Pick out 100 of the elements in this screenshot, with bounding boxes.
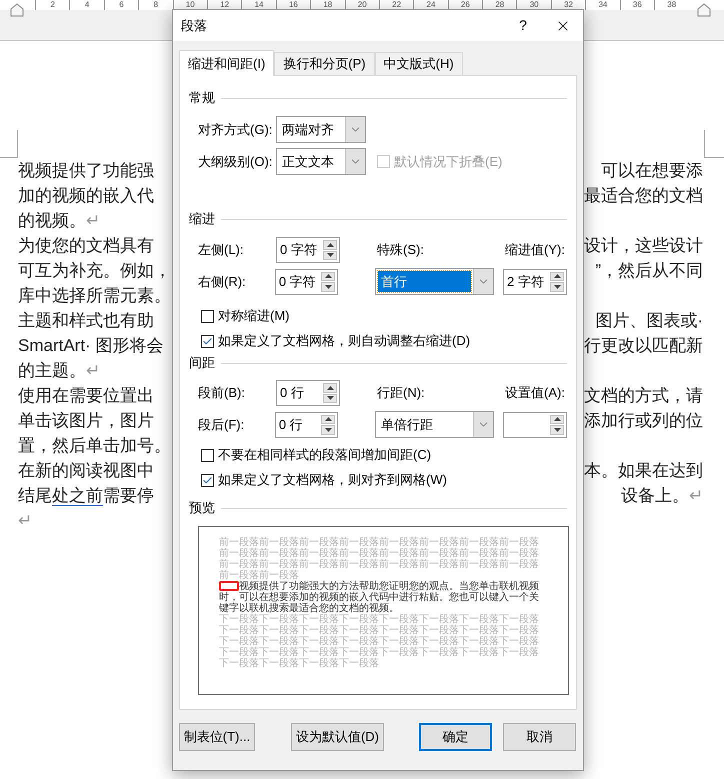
checkbox[interactable]: [201, 448, 214, 462]
dialog-button[interactable]: 设为默认值(D): [291, 723, 384, 751]
chevron-down-icon: [345, 117, 365, 142]
spin-down-button[interactable]: [323, 250, 337, 260]
document-text: 的主题。↵: [18, 360, 100, 382]
dialog-button[interactable]: 制表位(T)...: [179, 723, 255, 751]
section-title: 缩进: [189, 210, 215, 228]
section-title: 预览: [189, 499, 215, 518]
document-text: 的视频。↵: [18, 210, 100, 232]
spin-field[interactable]: 0 行: [276, 380, 340, 406]
document-text: 设计，这些设计: [584, 235, 703, 257]
field-label: 特殊(S):: [377, 241, 425, 260]
preview-text: 下一段落下一段落下一段落下一段落下一段落下一段落下一段落下一段落下一段落下一段落下一段落下一段落下一段落下一段落下一段落下一段落下一段落下一段落下一段落下一段落下一段落下一段落下一段落下一段落下一段落下一段落下一段落下一段落下一段落下一段落下一段落下一段落下一段落下一段落下一段落下一段落: [219, 614, 540, 669]
spin-down-button[interactable]: [323, 394, 337, 403]
spin-up-button[interactable]: [321, 272, 335, 281]
checkbox[interactable]: [201, 334, 214, 348]
checkbox-label: 对称缩进(M): [218, 307, 290, 326]
document-text: 库中选择所需元素。: [18, 285, 171, 307]
document-text: 置，然后单击加号。: [18, 435, 171, 457]
tab[interactable]: 换行和分页(P): [274, 52, 375, 75]
section-title: 常规: [189, 89, 215, 108]
document-text: 本。如果在达到: [584, 460, 703, 482]
margin-corner-mark: [704, 130, 724, 158]
help-button[interactable]: ?: [513, 15, 533, 36]
document-text: ↵: [18, 510, 32, 532]
field-label: 对齐方式(G):: [198, 120, 274, 139]
dropdown[interactable]: 单倍行距: [375, 411, 494, 438]
checkbox[interactable]: [201, 310, 214, 322]
down-arrow-icon: [324, 284, 332, 289]
field-label: 设置值(A):: [505, 384, 565, 402]
checkbox-label: 如果定义了文档网格，则对齐到网格(W): [218, 471, 447, 490]
spin-down-button[interactable]: [550, 282, 564, 292]
document-text: 添加行或列的位: [584, 410, 703, 432]
document-text: 可以在想要添: [601, 160, 703, 182]
document-text: 图片、图表或·: [595, 310, 703, 332]
spin-field[interactable]: 0 行: [274, 412, 338, 438]
margin-corner-mark: [0, 130, 18, 158]
document-text: SmartArt· 图形将会: [18, 335, 164, 357]
spin-field[interactable]: 0 字符: [276, 237, 340, 263]
chevron-down-icon: [473, 269, 493, 294]
up-arrow-icon: [554, 417, 560, 422]
spin-down-button[interactable]: [321, 282, 335, 292]
dialog-button[interactable]: 取消: [503, 723, 576, 751]
dropdown[interactable]: 首行: [375, 268, 494, 295]
dropdown[interactable]: 正文文本: [276, 148, 366, 175]
spin-up-button[interactable]: [321, 414, 335, 424]
up-arrow-icon: [324, 274, 332, 278]
down-arrow-icon: [554, 284, 560, 289]
checkbox-label: 如果定义了文档网格，则自动调整右缩进(D): [218, 332, 470, 350]
spin-down-button[interactable]: [550, 425, 564, 434]
spin-up-button[interactable]: [323, 240, 337, 250]
document-text: 为使您的文档具有: [18, 235, 154, 257]
document-text: 使用在需要位置出: [18, 385, 154, 407]
field-label: 段前(B):: [198, 384, 246, 402]
spin-up-button[interactable]: [323, 383, 337, 392]
checkbox-label: 不要在相同样式的段落间增加间距(C): [218, 446, 432, 464]
document-text: 单击该图片，图片: [18, 410, 154, 432]
up-arrow-icon: [324, 417, 332, 422]
field-label: 段后(F):: [198, 416, 246, 434]
spin-field[interactable]: [503, 412, 567, 438]
field-label: 行距(N):: [377, 384, 426, 402]
down-arrow-icon: [326, 253, 334, 258]
up-arrow-icon: [326, 242, 334, 247]
document-text: 主题和样式也有助: [18, 310, 154, 332]
preview-text: 视频提供了功能强大的方法帮助您证明您的观点。当您单击联机视频时，可以在想要添加的视频的嵌入代码中进行粘贴。您也可以键入一个关键字以联机搜索最适合您的文档的视频。: [219, 581, 540, 614]
spin-down-button[interactable]: [321, 425, 335, 434]
checkbox[interactable]: [201, 474, 214, 486]
spin-field[interactable]: 0 字符: [274, 268, 338, 294]
field-label: 缩进值(Y):: [505, 241, 565, 260]
document-text: ”，然后从不同: [595, 260, 703, 282]
document-text: 加的视频的嵌入代: [18, 185, 154, 207]
spin-field[interactable]: 2 字符: [503, 268, 567, 294]
chevron-down-icon: [345, 149, 365, 174]
check-icon: [202, 336, 213, 346]
spin-up-button[interactable]: [550, 414, 564, 424]
tab[interactable]: 中文版式(H): [374, 52, 463, 75]
document-text: 可互为补充。例如，: [18, 260, 171, 282]
field-label: 大纲级别(O):: [198, 152, 274, 171]
document-text: 文档的方式，请: [584, 385, 703, 407]
document-text: 设备上。↵: [621, 485, 703, 507]
spin-up-button[interactable]: [550, 272, 564, 281]
tab[interactable]: 缩进和间距(I): [179, 50, 274, 76]
document-text: 最适合您的文档: [584, 185, 703, 207]
check-icon: [202, 474, 213, 486]
up-arrow-icon: [326, 386, 334, 390]
dialog-title: 段落: [181, 16, 208, 35]
down-arrow-icon: [324, 428, 332, 432]
field-label: 右侧(R):: [198, 272, 247, 291]
preview-text: 前一段落前一段落前一段落前一段落前一段落前一段落前一段落前一段落前一段落前一段落前一段落前一段落前一段落前一段落前一段落前一段落前一段落前一段落前一段落前一段落前一段落前一段落前一段落前一段落前一段落前一段落: [219, 537, 540, 581]
document-text: 行更改以匹配新: [584, 335, 703, 357]
down-arrow-icon: [554, 428, 560, 432]
dialog-button[interactable]: 确定: [419, 723, 492, 751]
chevron-down-icon: [473, 412, 493, 437]
down-arrow-icon: [326, 396, 334, 400]
section-title: 间距: [189, 354, 215, 372]
document-text: 视频提供了功能强: [18, 160, 154, 182]
document-text: 结尾处之前需要停: [18, 485, 154, 507]
field-label: 左侧(L):: [198, 241, 244, 260]
dropdown[interactable]: 两端对齐: [276, 116, 366, 143]
checkbox-label: 默认情况下折叠(E): [394, 152, 502, 171]
